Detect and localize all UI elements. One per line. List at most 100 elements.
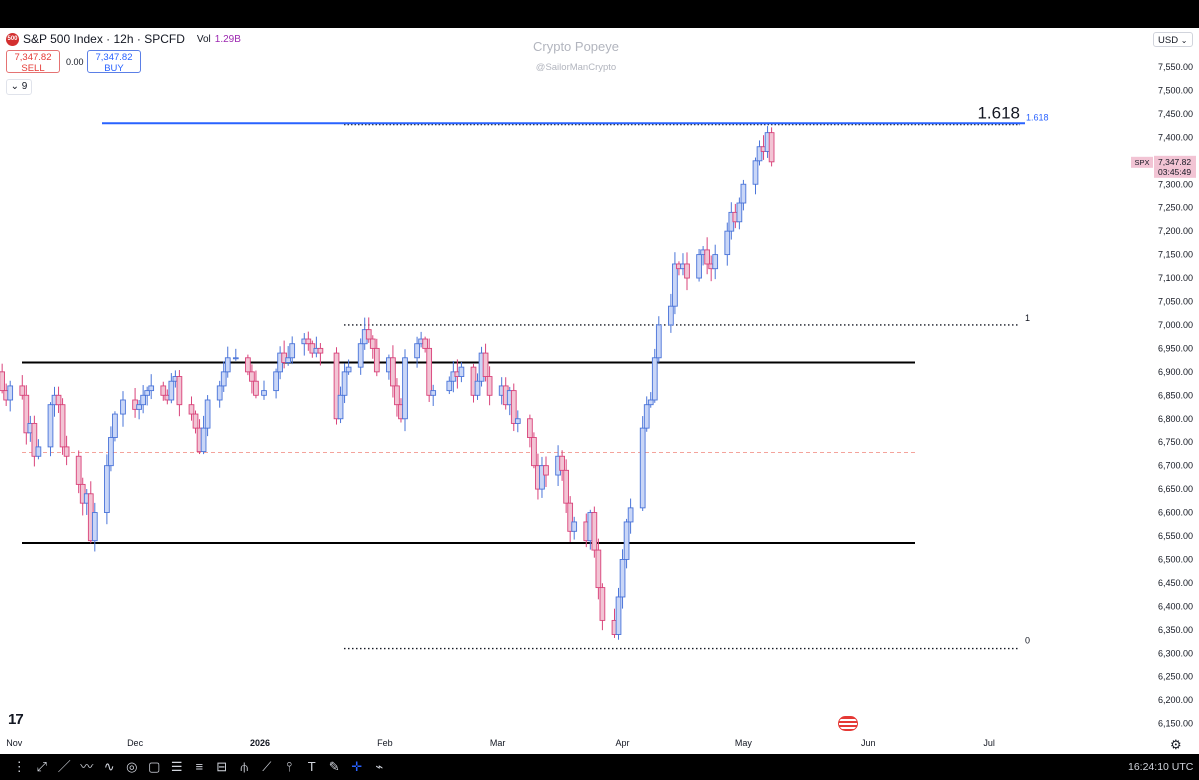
symbol-header: 500 S&P 500 Index · 12h · SPCFD Vol 1.29…	[6, 32, 241, 46]
parallel-icon[interactable]: ≡	[188, 757, 211, 777]
candle-body	[482, 352, 489, 377]
volume-value: 1.29B	[214, 33, 241, 45]
candle-body	[337, 394, 344, 420]
annotation-icon[interactable]: ✎	[323, 757, 346, 777]
fib-icon[interactable]: ☰	[166, 757, 189, 777]
candle-body	[176, 376, 183, 406]
fib-1618-label: 1.618	[977, 103, 1020, 122]
dots-icon[interactable]: ⋮	[8, 757, 31, 777]
projection-icon[interactable]: ⫯	[278, 757, 301, 777]
candle-up	[639, 416, 646, 511]
y-tick-label: 7,250.00	[1158, 203, 1193, 213]
candle-body	[216, 385, 223, 401]
candle-body	[144, 390, 151, 396]
candle-body	[595, 549, 602, 589]
y-tick-label: 7,550.00	[1158, 62, 1193, 72]
candle-body	[289, 343, 296, 359]
candle-body	[543, 465, 549, 476]
symbol-tag: SPX	[1134, 158, 1149, 167]
x-tick-label: May	[735, 738, 753, 748]
tradingview-logo-icon[interactable]: 17	[8, 711, 24, 728]
sp500-icon[interactable]: 500	[6, 32, 19, 46]
y-tick-label: 6,200.00	[1158, 695, 1193, 705]
candle-body	[365, 329, 372, 340]
candle-body	[261, 390, 267, 396]
candle-down	[0, 363, 5, 394]
candle-body	[285, 357, 292, 363]
candle-down	[59, 398, 66, 455]
candle-down	[567, 496, 574, 542]
trendline-icon[interactable]: ／	[53, 757, 76, 777]
x-tick-label: Feb	[377, 738, 393, 748]
candle-body	[394, 385, 400, 406]
candle-body	[120, 399, 126, 415]
candle-body	[273, 371, 279, 392]
us-flag-icon[interactable]	[838, 716, 858, 731]
indicators-toggle[interactable]: ⌄ 9	[6, 79, 32, 95]
fib-0-label: 0	[1025, 636, 1030, 646]
candle-body	[655, 324, 662, 359]
candle-body	[704, 249, 710, 265]
brush-icon[interactable]: ∿	[98, 757, 121, 777]
pattern-icon[interactable]: ⟋	[256, 757, 279, 777]
candle-body	[7, 385, 14, 401]
candle-body	[672, 263, 678, 307]
path-icon[interactable]: 〰	[76, 757, 99, 777]
candle-down	[510, 383, 517, 432]
y-tick-label: 7,100.00	[1158, 273, 1193, 283]
candle-body	[317, 347, 324, 354]
candle-body	[486, 376, 493, 396]
y-tick-label: 6,250.00	[1158, 672, 1193, 682]
candle-body	[414, 343, 420, 359]
price-chart[interactable]: 7,550.007,500.007,450.007,400.007,350.00…	[0, 0, 1199, 780]
crosshair-icon[interactable]: ✛	[346, 757, 369, 777]
buy-button[interactable]: 7,347.82 BUY	[87, 50, 141, 74]
watermark-handle: @SailorManCrypto	[536, 62, 616, 73]
gann-icon[interactable]: ⊟	[211, 757, 234, 777]
candle-body	[724, 230, 731, 256]
candle-body	[59, 404, 66, 448]
sell-button[interactable]: 7,347.82 SELL	[6, 50, 60, 74]
candle-body	[345, 366, 352, 373]
pitchfork-icon[interactable]: ⫛	[233, 757, 256, 777]
candle-body	[402, 357, 408, 420]
candle-body	[623, 521, 630, 560]
measure-icon[interactable]: ⌁	[368, 757, 391, 777]
candle-body	[639, 427, 646, 509]
candle-up	[273, 368, 279, 399]
text-icon[interactable]: T	[301, 757, 324, 777]
candle-body	[430, 390, 437, 396]
fib-1-label: 1	[1025, 313, 1030, 323]
buy-price: 7,347.82	[95, 52, 133, 63]
candle-down	[132, 388, 138, 418]
x-tick-label: Jul	[983, 738, 995, 748]
y-tick-label: 6,900.00	[1158, 367, 1193, 377]
candle-body	[168, 380, 175, 401]
symbol-title[interactable]: S&P 500 Index · 12h · SPCFD	[23, 32, 185, 46]
spread-value: 0.00	[66, 57, 84, 67]
clock-utc: 16:24:10 UTC	[1128, 761, 1194, 773]
candle-body	[19, 385, 26, 396]
watermark-name: Crypto Popeye	[533, 39, 619, 54]
candle-up	[47, 402, 54, 457]
gear-icon[interactable]: ⚙	[1170, 737, 1182, 753]
currency-selector[interactable]: USD ⌄	[1153, 32, 1193, 47]
candle-body	[0, 371, 5, 392]
candle-body	[35, 446, 42, 457]
y-tick-label: 6,300.00	[1158, 648, 1193, 658]
candle-down	[31, 415, 38, 467]
y-tick-label: 6,500.00	[1158, 554, 1193, 564]
candle-up	[120, 391, 126, 427]
circle-icon[interactable]: ◎	[121, 757, 144, 777]
y-tick-label: 6,350.00	[1158, 625, 1193, 635]
candle-body	[599, 587, 606, 621]
candle-body	[446, 380, 453, 392]
x-tick-label: Nov	[6, 738, 23, 748]
x-tick-label: Dec	[127, 738, 144, 748]
candle-body	[112, 413, 118, 438]
candle-up	[458, 362, 465, 383]
candle-body	[458, 366, 465, 377]
candle-down	[599, 583, 606, 631]
rectangle-icon[interactable]: ▢	[143, 757, 166, 777]
cursor-icon[interactable]: ⤢	[31, 757, 54, 777]
